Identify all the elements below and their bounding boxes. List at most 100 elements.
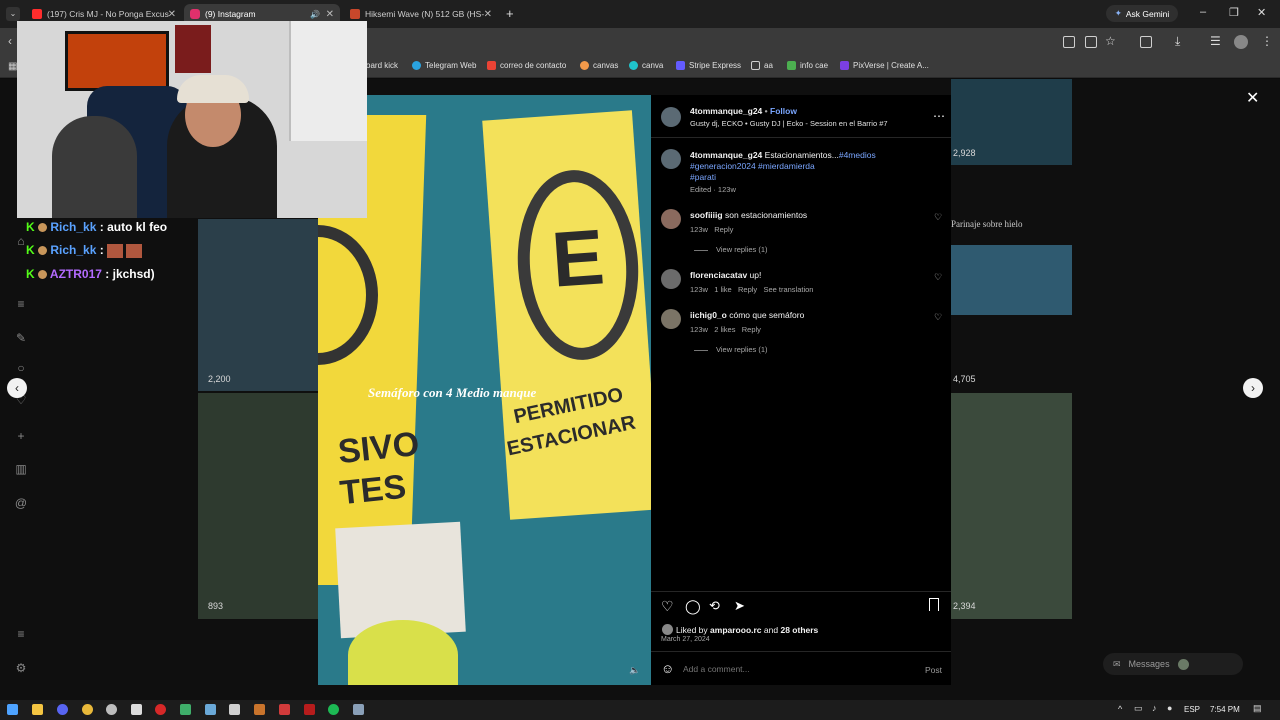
- steam-icon[interactable]: [205, 704, 216, 715]
- spotify-icon[interactable]: [328, 704, 339, 715]
- bookmark-canva[interactable]: canva: [629, 61, 663, 70]
- chat-username[interactable]: Rich_kk: [50, 243, 96, 257]
- username[interactable]: 4tommanque_g24: [690, 106, 762, 116]
- messages-button[interactable]: ✉ Messages: [1103, 653, 1243, 675]
- author-username[interactable]: 4tommanque_g24 • Follow: [690, 106, 797, 116]
- comment-likes[interactable]: 1 like: [714, 285, 732, 294]
- chat-username[interactable]: Rich_kk: [50, 220, 96, 234]
- like-comment-icon[interactable]: ♡: [934, 213, 943, 222]
- commenter-avatar[interactable]: [661, 209, 681, 229]
- next-post-button[interactable]: ›: [1243, 378, 1263, 398]
- bookmark-kick[interactable]: oard kick: [366, 61, 398, 70]
- comment-username[interactable]: iichig0_o: [690, 310, 727, 320]
- explore-icon[interactable]: ✎: [14, 331, 28, 345]
- language-indicator[interactable]: ESP: [1184, 705, 1200, 714]
- grid-tile[interactable]: [198, 393, 318, 619]
- threads-icon[interactable]: @: [14, 496, 28, 510]
- profile-avatar[interactable]: [1234, 35, 1248, 49]
- file-explorer-icon[interactable]: [32, 704, 43, 715]
- bookmark-pixverse[interactable]: PixVerse | Create A...: [840, 61, 929, 70]
- comment-likes[interactable]: 2 likes: [714, 325, 735, 334]
- post-comment-button[interactable]: Post: [925, 665, 942, 675]
- comment-username[interactable]: florenciacatav: [690, 270, 747, 280]
- grid-tile[interactable]: [951, 393, 1072, 619]
- like-icon[interactable]: ♡: [661, 598, 674, 615]
- emoji-icon[interactable]: ☺: [661, 661, 674, 676]
- windows-start-icon[interactable]: [7, 704, 18, 715]
- reply-button[interactable]: Reply: [714, 225, 733, 234]
- view-replies-button[interactable]: View replies (1): [694, 345, 768, 354]
- add-comment-input[interactable]: [683, 661, 903, 677]
- bookmark-info-cae[interactable]: info cae: [787, 61, 828, 70]
- save-icon[interactable]: [929, 598, 939, 611]
- volume-icon[interactable]: ♪: [1152, 703, 1157, 713]
- author-avatar[interactable]: [661, 107, 681, 127]
- repost-icon[interactable]: ⟲: [709, 598, 720, 614]
- tab-search-button[interactable]: ⌄: [6, 7, 20, 21]
- menu-icon[interactable]: ⋮: [1261, 34, 1273, 48]
- minimize-button[interactable]: –: [1200, 6, 1206, 18]
- chat-username[interactable]: AZTR017: [50, 267, 102, 281]
- app-icon[interactable]: [229, 704, 240, 715]
- download-icon[interactable]: ⤓: [1175, 34, 1180, 49]
- clock[interactable]: 7:54 PM: [1210, 705, 1240, 714]
- notifications-icon[interactable]: ▤: [1253, 703, 1262, 714]
- follow-button[interactable]: Follow: [770, 106, 797, 116]
- like-comment-icon[interactable]: ♡: [934, 313, 943, 322]
- back-icon[interactable]: ‹: [8, 34, 12, 48]
- bookmark-canvas[interactable]: canvas: [580, 61, 618, 70]
- caption-username[interactable]: 4tommanque_g24: [690, 150, 762, 160]
- audio-info[interactable]: Gusty dj, ECKO • Gusty DJ | Ecko - Sessi…: [690, 119, 888, 128]
- tab-hiksemi[interactable]: Hiksemi Wave (N) 512 GB (HS- ✕: [344, 4, 498, 24]
- create-icon[interactable]: +: [14, 429, 28, 443]
- ask-gemini-button[interactable]: ✦ Ask Gemini: [1106, 5, 1178, 22]
- share-icon[interactable]: ➤: [734, 598, 745, 614]
- app-icon[interactable]: [180, 704, 191, 715]
- author-avatar[interactable]: [661, 149, 681, 169]
- microphone-icon[interactable]: ●: [1167, 703, 1172, 713]
- previous-post-button[interactable]: ‹: [7, 378, 27, 398]
- commenter-avatar[interactable]: [661, 269, 681, 289]
- new-tab-button[interactable]: +: [506, 6, 514, 21]
- bookmark-aa[interactable]: aa: [751, 61, 773, 70]
- meta-icon[interactable]: ⚙: [14, 661, 28, 675]
- search-icon[interactable]: ○: [14, 361, 28, 375]
- dashboard-icon[interactable]: ▥: [14, 462, 28, 476]
- close-window-button[interactable]: ✕: [1257, 6, 1266, 19]
- app-icon[interactable]: [155, 704, 166, 715]
- app-icon[interactable]: [353, 704, 364, 715]
- bookmark-correo[interactable]: correo de contacto: [487, 61, 566, 70]
- tray-chevron-icon[interactable]: ^: [1118, 704, 1122, 714]
- app-icon[interactable]: [131, 704, 142, 715]
- post-media[interactable]: SIVO TES E PERMITIDO ESTACIONAR Semáforo…: [318, 95, 651, 685]
- commenter-avatar[interactable]: [661, 309, 681, 329]
- close-modal-icon[interactable]: ✕: [1246, 88, 1259, 108]
- volume-icon[interactable]: 🔈: [629, 665, 640, 676]
- more-menu-icon[interactable]: ≡: [14, 627, 28, 641]
- reply-button[interactable]: Reply: [742, 325, 761, 334]
- reading-list-icon[interactable]: ☰: [1210, 34, 1221, 48]
- bookmark-telegram[interactable]: Telegram Web: [412, 61, 476, 70]
- restore-button[interactable]: ❐: [1229, 6, 1239, 19]
- bookmark-stripe[interactable]: Stripe Express: [676, 61, 741, 70]
- discord-icon[interactable]: [57, 704, 68, 715]
- hashtag[interactable]: #4medios: [839, 150, 876, 160]
- comment-username[interactable]: soofiiiig: [690, 210, 723, 220]
- close-tab-icon[interactable]: ✕: [168, 9, 176, 20]
- cast-icon[interactable]: [1085, 36, 1097, 48]
- speaker-icon[interactable]: 🔊: [310, 10, 320, 19]
- app-icon[interactable]: [279, 704, 290, 715]
- hashtag[interactable]: #generacion2024 #mierdamierda: [690, 161, 815, 171]
- comment-icon[interactable]: ◯: [685, 598, 701, 615]
- more-options-icon[interactable]: ⋯: [933, 109, 945, 123]
- network-icon[interactable]: ▭: [1134, 703, 1143, 714]
- reply-button[interactable]: Reply: [738, 285, 757, 294]
- see-translation-button[interactable]: See translation: [763, 285, 813, 294]
- hashtag[interactable]: #parati: [690, 172, 716, 182]
- liked-by-others[interactable]: 28 others: [780, 625, 818, 635]
- app-icon[interactable]: [106, 704, 117, 715]
- grid-tile[interactable]: [198, 219, 318, 391]
- star-icon[interactable]: ☆: [1105, 34, 1116, 48]
- close-tab-icon[interactable]: ✕: [326, 9, 334, 20]
- chrome-icon[interactable]: [82, 704, 93, 715]
